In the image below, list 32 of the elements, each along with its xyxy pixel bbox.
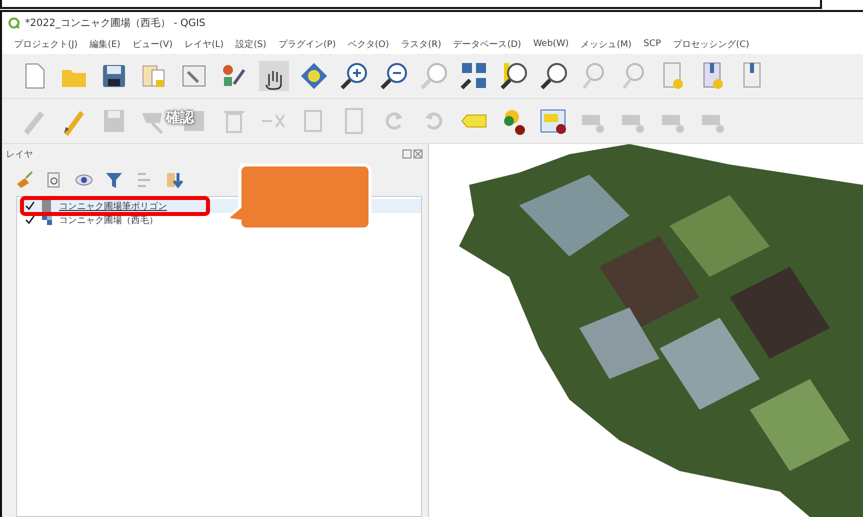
zoom-out-icon[interactable] (378, 60, 410, 92)
menu-item[interactable]: レイヤ(L) (184, 38, 224, 50)
menu-item[interactable]: プラグイン(P) (278, 38, 336, 50)
menu-item[interactable]: データベース(D) (453, 38, 522, 50)
raster-layer-icon (41, 214, 53, 226)
menu-item[interactable]: プロジェクト(J) (14, 38, 78, 50)
move-down-icon[interactable] (164, 170, 184, 190)
zoom-layer-icon[interactable] (498, 60, 530, 92)
menu-item[interactable]: 編集(E) (90, 38, 120, 50)
menu-item[interactable]: 設定(S) (236, 38, 266, 50)
dock-buttons-icon[interactable] (402, 149, 424, 159)
checkbox[interactable] (25, 201, 35, 211)
menu-item[interactable]: SCP (644, 39, 661, 49)
menu-item[interactable]: プロセッシング(C) (672, 38, 750, 50)
zoom-in-icon[interactable] (338, 60, 370, 92)
filter-icon[interactable] (104, 170, 124, 190)
zoom-icon[interactable] (538, 60, 570, 92)
pan-hand-icon[interactable] (258, 60, 290, 92)
annotation-label: 確認 (166, 109, 194, 127)
menu-item[interactable]: ベクタ(O) (348, 38, 389, 50)
layer-row[interactable]: コンニャク圃場（西毛） (17, 213, 421, 227)
layer-name: コンニャク圃場筆ポリゴン (59, 200, 167, 212)
menu-item[interactable]: ビュー(V) (132, 38, 173, 50)
window-title: *2022_コンニャク圃場（西毛） - QGIS (25, 16, 206, 30)
menu-item[interactable]: ラスタ(R) (400, 38, 442, 50)
panel-title: レイヤ (6, 148, 33, 160)
layer-name: コンニャク圃場（西毛） (59, 214, 158, 226)
polygon-layer-icon (41, 200, 53, 212)
menu-item[interactable]: Web(W) (533, 39, 569, 49)
menu-item[interactable]: メッシュ(M) (580, 38, 632, 50)
app-logo-icon (8, 17, 20, 29)
checkbox[interactable] (25, 215, 35, 225)
